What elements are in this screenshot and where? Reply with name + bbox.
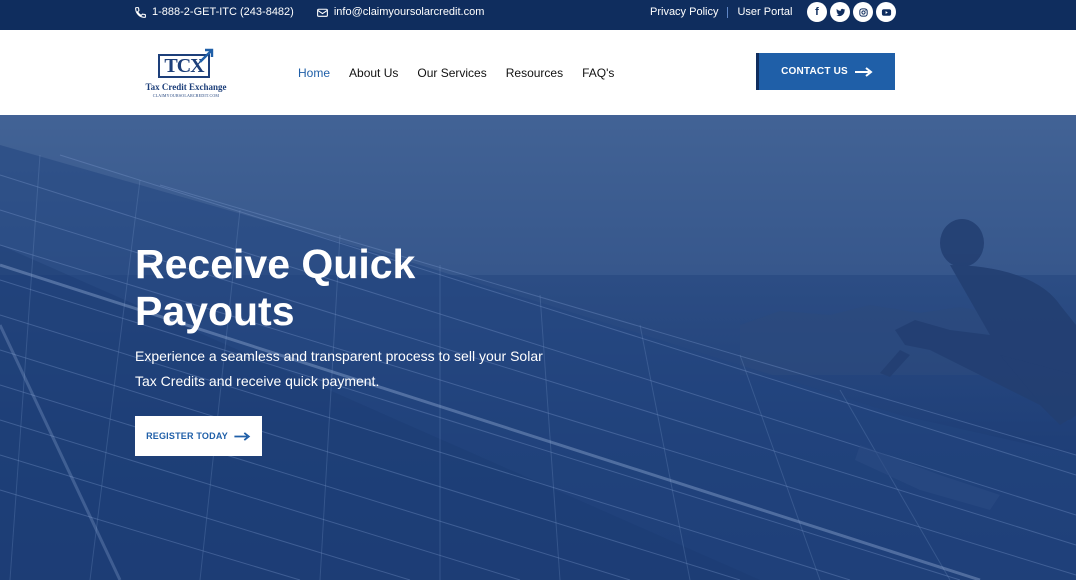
site-header: TCX Tax Credit Exchange CLAIMYOURSOLARCR… bbox=[0, 30, 1076, 115]
social-links: f bbox=[807, 2, 896, 22]
logo-name: Tax Credit Exchange bbox=[145, 82, 227, 92]
logo-url: CLAIMYOURSOLARCREDIT.COM bbox=[152, 93, 220, 98]
top-links: Privacy Policy User Portal bbox=[650, 0, 793, 24]
register-today-button[interactable]: REGISTER TODAY bbox=[135, 416, 262, 456]
email-link[interactable]: info@claimyoursolarcredit.com bbox=[316, 6, 485, 19]
top-bar: 1-888-2-GET-ITC (243-8482) info@claimyou… bbox=[0, 0, 1076, 30]
nav-item-our-services[interactable]: Our Services bbox=[417, 66, 486, 80]
hero-description: Experience a seamless and transparent pr… bbox=[135, 348, 543, 389]
youtube-icon[interactable] bbox=[876, 2, 896, 22]
contact-us-label: CONTACT US bbox=[781, 66, 848, 77]
phone-number: 1-888-2-GET-ITC (243-8482) bbox=[152, 6, 294, 18]
nav-item-home[interactable]: Home bbox=[298, 66, 330, 80]
hero-title: Receive Quick Payouts bbox=[135, 241, 416, 334]
logo[interactable]: TCX Tax Credit Exchange CLAIMYOURSOLARCR… bbox=[144, 48, 228, 98]
arrow-up-right-icon bbox=[199, 48, 214, 63]
privacy-policy-link[interactable]: Privacy Policy bbox=[650, 6, 718, 18]
facebook-icon[interactable]: f bbox=[807, 2, 827, 22]
phone-icon bbox=[135, 6, 146, 18]
divider bbox=[727, 6, 729, 18]
instagram-icon[interactable] bbox=[853, 2, 873, 22]
contact-info: 1-888-2-GET-ITC (243-8482) info@claimyou… bbox=[134, 0, 484, 24]
arrow-right-icon bbox=[854, 66, 873, 77]
main-nav: Home About Us Our Services Resources FAQ… bbox=[298, 30, 614, 115]
arrow-right-icon bbox=[234, 431, 251, 441]
nav-item-resources[interactable]: Resources bbox=[506, 66, 563, 80]
nav-item-faqs[interactable]: FAQ's bbox=[582, 66, 614, 80]
register-today-label: REGISTER TODAY bbox=[146, 431, 228, 441]
twitter-icon[interactable] bbox=[830, 2, 850, 22]
envelope-icon bbox=[316, 8, 328, 17]
nav-item-about-us[interactable]: About Us bbox=[349, 66, 398, 80]
user-portal-link[interactable]: User Portal bbox=[737, 6, 792, 18]
phone-link[interactable]: 1-888-2-GET-ITC (243-8482) bbox=[134, 6, 294, 19]
hero-section: Receive Quick Payouts Experience a seaml… bbox=[0, 115, 1076, 580]
contact-us-button[interactable]: CONTACT US bbox=[756, 53, 895, 90]
email-address: info@claimyoursolarcredit.com bbox=[333, 6, 485, 18]
